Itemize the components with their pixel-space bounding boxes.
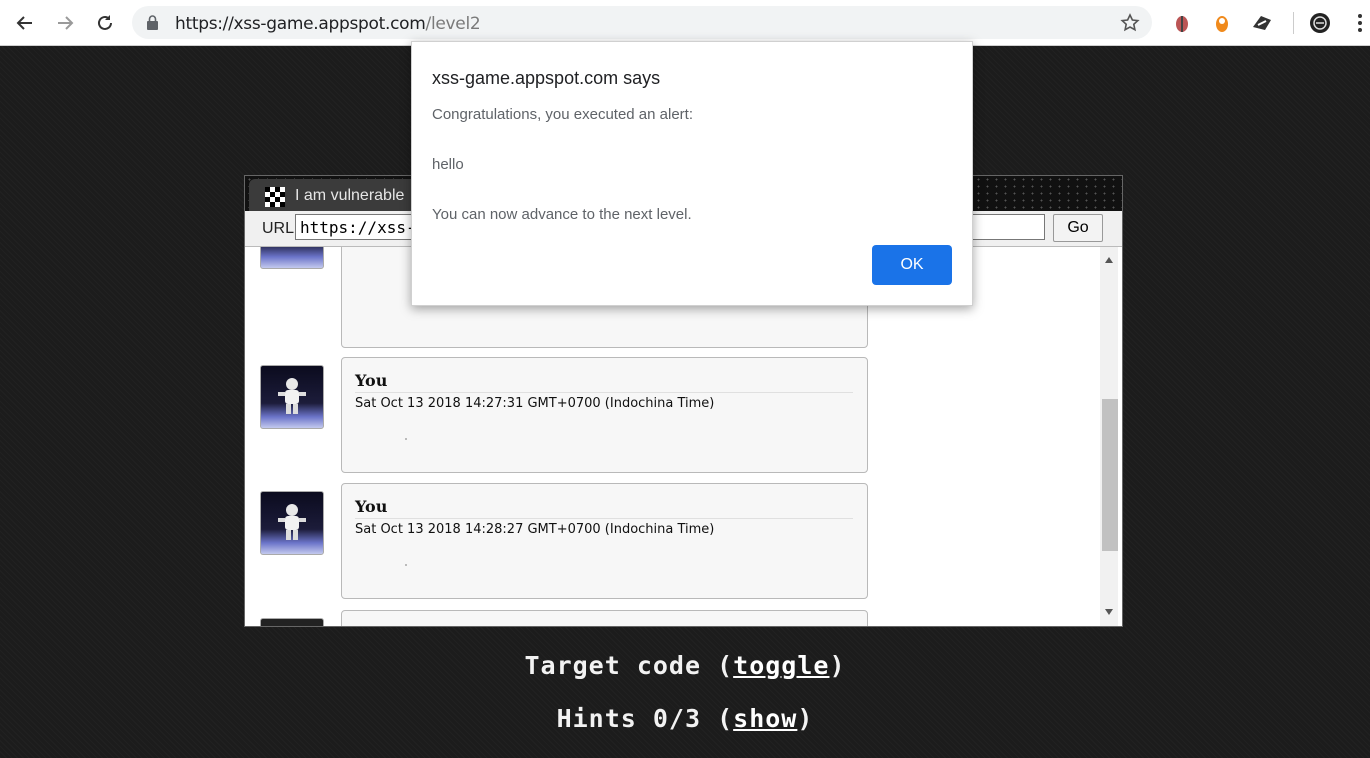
broken-image (405, 564, 407, 566)
checkerboard-icon (265, 187, 285, 212)
dialog-alert-value: hello (432, 156, 464, 173)
frame-tab: I am vulnerable (249, 179, 419, 211)
scroll-down-icon[interactable] (1104, 603, 1114, 621)
post-author: You (355, 497, 388, 516)
post-divider (355, 392, 853, 393)
astronaut-icon (278, 378, 306, 414)
back-icon[interactable] (12, 10, 38, 36)
broken-image (405, 438, 407, 440)
alert-dialog: xss-game.appspot.com says Congratulation… (411, 41, 973, 306)
avatar (260, 365, 324, 429)
astronaut-icon (278, 504, 306, 540)
avatar (260, 247, 324, 269)
address-bar[interactable]: https://xss-game.appspot.com/level2 (132, 6, 1152, 39)
post-timestamp: Sat Oct 13 2018 14:27:31 GMT+0700 (Indoc… (355, 396, 715, 411)
avatar (260, 491, 324, 555)
post-bubble (341, 610, 868, 626)
post-bubble: You Sat Oct 13 2018 14:27:31 GMT+0700 (I… (341, 357, 868, 473)
hints-line: Hints 0/3 (show) (556, 704, 814, 733)
menu-icon[interactable] (1349, 12, 1370, 34)
extension-cookie-icon[interactable] (1251, 12, 1273, 34)
avatar (260, 618, 324, 626)
browser-toolbar: https://xss-game.appspot.com/level2 (0, 0, 1370, 46)
scrollbar[interactable] (1100, 247, 1118, 626)
profile-icon[interactable] (1309, 12, 1331, 34)
dialog-title: xss-game.appspot.com says (432, 68, 661, 88)
toggle-link[interactable]: toggle (733, 651, 829, 680)
extension-bug-icon[interactable] (1171, 12, 1193, 34)
address-url[interactable]: https://xss-game.appspot.com/level2 (175, 14, 481, 34)
extension-egg-icon[interactable] (1211, 12, 1233, 34)
target-code-line: Target code (toggle) (524, 651, 846, 680)
scrollbar-thumb[interactable] (1102, 399, 1118, 551)
dialog-message-line: You can now advance to the next level. (432, 206, 692, 223)
post-divider (355, 518, 853, 519)
frame-url-label: URL (262, 220, 295, 237)
go-button[interactable]: Go (1053, 214, 1103, 242)
ok-button[interactable]: OK (872, 245, 952, 285)
forward-icon[interactable] (52, 10, 78, 36)
show-hints-link[interactable]: show (733, 704, 797, 733)
reload-icon[interactable] (92, 10, 118, 36)
post-author: You (355, 371, 388, 390)
post-bubble: You Sat Oct 13 2018 14:28:27 GMT+0700 (I… (341, 483, 868, 599)
lock-icon (146, 15, 159, 35)
post-timestamp: Sat Oct 13 2018 14:28:27 GMT+0700 (Indoc… (355, 522, 715, 537)
toolbar-separator (1293, 12, 1294, 34)
bookmark-star-icon[interactable] (1120, 13, 1140, 38)
scroll-up-icon[interactable] (1104, 251, 1114, 269)
dialog-message-line: Congratulations, you executed an alert: (432, 106, 693, 123)
frame-tab-title: I am vulnerable (295, 187, 405, 204)
